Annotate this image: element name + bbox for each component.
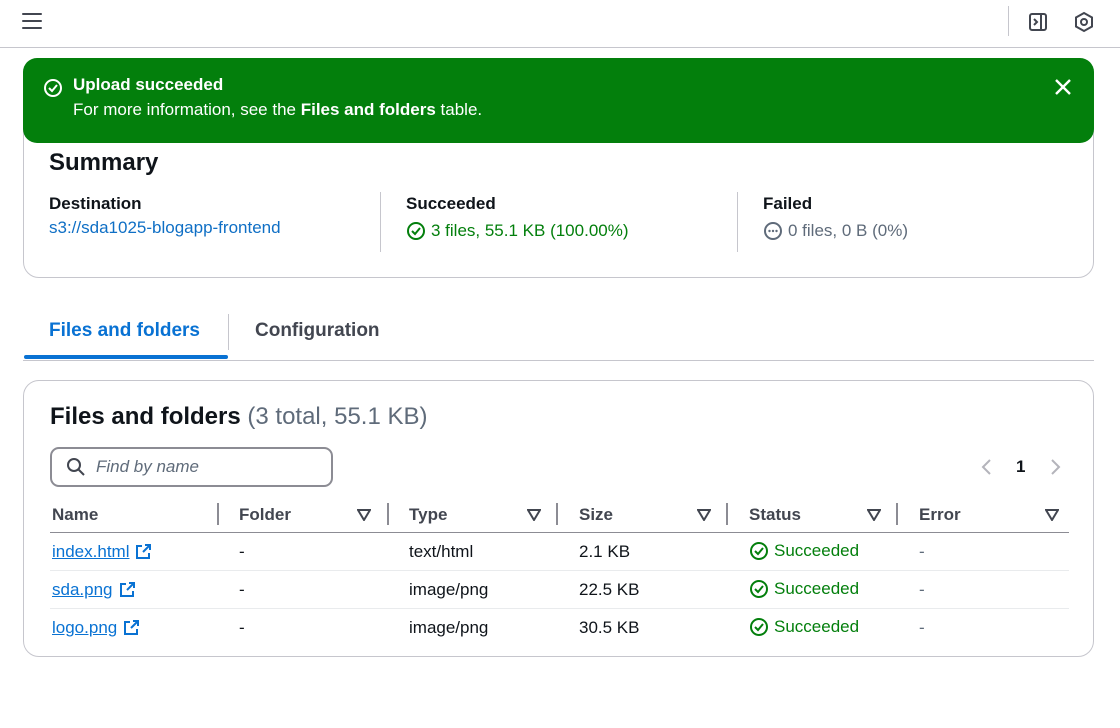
- destination-label: Destination: [49, 194, 142, 213]
- size-cell: 30.5 KB: [579, 618, 640, 637]
- error-cell: -: [919, 618, 925, 637]
- files-title: Files and folders (3 total, 55.1 KB): [50, 403, 427, 431]
- error-cell: -: [919, 542, 925, 561]
- table-row: sda.png - image/png 22.5 KB Succeeded -: [50, 571, 1069, 609]
- check-circle-icon: [750, 580, 768, 598]
- failed-value: 0 files, 0 B (0%): [788, 221, 908, 240]
- status-cell: Succeeded: [749, 579, 859, 599]
- tab-separator: [228, 314, 229, 350]
- check-circle-icon: [44, 79, 62, 97]
- folder-cell: -: [239, 618, 245, 637]
- file-name[interactable]: sda.png: [52, 580, 113, 600]
- tab-bar: Files and folders Configuration: [23, 310, 1094, 361]
- files-and-folders-card: Files and folders (3 total, 55.1 KB) 1 N…: [23, 380, 1094, 657]
- type-cell: image/png: [409, 580, 489, 599]
- table-row: logo.png - image/png 30.5 KB Succeeded -: [50, 609, 1069, 647]
- tab-configuration[interactable]: Configuration: [255, 320, 380, 342]
- success-flashbar: Upload succeeded For more information, s…: [23, 58, 1094, 143]
- column-header-size[interactable]: Size: [579, 505, 613, 525]
- file-link[interactable]: logo.png: [52, 618, 140, 638]
- ellipsis-circle-icon: [764, 222, 782, 240]
- check-circle-icon: [750, 542, 768, 560]
- summary-divider: [380, 192, 381, 252]
- flash-message: For more information, see the Files and …: [73, 100, 482, 120]
- external-link-icon[interactable]: [118, 581, 136, 599]
- sort-icon[interactable]: [1045, 509, 1059, 521]
- status-cell: Succeeded: [749, 541, 859, 561]
- type-cell: image/png: [409, 618, 489, 637]
- column-resizer[interactable]: [726, 503, 728, 525]
- sort-icon[interactable]: [527, 509, 541, 521]
- check-circle-icon: [407, 222, 425, 240]
- column-resizer[interactable]: [556, 503, 558, 525]
- failed-label: Failed: [763, 194, 813, 213]
- folder-cell: -: [239, 580, 245, 599]
- search-icon: [67, 458, 85, 476]
- column-header-status[interactable]: Status: [749, 505, 801, 525]
- topbar-divider: [1008, 6, 1009, 36]
- error-cell: -: [919, 580, 925, 599]
- type-cell: text/html: [409, 542, 474, 561]
- column-header-folder[interactable]: Folder: [239, 505, 291, 525]
- external-link-icon[interactable]: [122, 619, 140, 637]
- succeeded-column: Succeeded 3 files, 55.1 KB (100.00%): [406, 194, 629, 241]
- top-navigation: [0, 0, 1120, 48]
- close-icon[interactable]: [1052, 76, 1074, 98]
- files-table: Name Folder Type Size Status Error index…: [50, 501, 1069, 647]
- hamburger-icon[interactable]: [22, 13, 42, 31]
- summary-title: Summary: [49, 149, 159, 176]
- external-link-icon[interactable]: [134, 543, 152, 561]
- pagination: 1: [979, 455, 1069, 479]
- column-header-name[interactable]: Name: [52, 505, 98, 525]
- files-title-text: Files and folders: [50, 403, 241, 430]
- hexagon-settings-icon[interactable]: [1073, 11, 1095, 33]
- status-cell: Succeeded: [749, 617, 859, 637]
- active-tab-indicator: [24, 355, 228, 359]
- page-number[interactable]: 1: [1016, 457, 1025, 477]
- status-text: Succeeded: [774, 541, 860, 560]
- column-resizer[interactable]: [896, 503, 898, 525]
- summary-divider: [737, 192, 738, 252]
- folder-cell: -: [239, 542, 245, 561]
- sort-icon[interactable]: [357, 509, 371, 521]
- chevron-left-icon[interactable]: [979, 457, 995, 477]
- destination-column: Destination s3://sda1025-blogapp-fronten…: [49, 194, 281, 238]
- flash-message-suffix: table.: [435, 100, 483, 119]
- files-count: (3 total, 55.1 KB): [247, 403, 428, 430]
- file-link[interactable]: sda.png: [52, 580, 136, 600]
- column-header-type[interactable]: Type: [409, 505, 447, 525]
- table-header: Name Folder Type Size Status Error: [50, 501, 1069, 533]
- sort-icon[interactable]: [867, 509, 881, 521]
- sort-icon[interactable]: [697, 509, 711, 521]
- column-resizer[interactable]: [217, 503, 219, 525]
- failed-column: Failed 0 files, 0 B (0%): [763, 194, 908, 241]
- check-circle-icon: [750, 618, 768, 636]
- succeeded-label: Succeeded: [406, 194, 496, 213]
- status-text: Succeeded: [774, 579, 860, 598]
- file-name[interactable]: logo.png: [52, 618, 117, 638]
- search-input[interactable]: [96, 457, 316, 477]
- destination-link[interactable]: s3://sda1025-blogapp-frontend: [49, 218, 281, 238]
- column-header-error[interactable]: Error: [919, 505, 961, 525]
- flash-title: Upload succeeded: [73, 75, 224, 94]
- search-box[interactable]: [50, 447, 333, 487]
- flash-message-bold: Files and folders: [300, 100, 436, 119]
- size-cell: 2.1 KB: [579, 542, 631, 561]
- size-cell: 22.5 KB: [579, 580, 640, 599]
- file-name[interactable]: index.html: [52, 542, 129, 562]
- side-panel-icon[interactable]: [1027, 11, 1049, 33]
- table-row: index.html - text/html 2.1 KB Succeeded …: [50, 533, 1069, 571]
- file-link[interactable]: index.html: [52, 542, 152, 562]
- chevron-right-icon[interactable]: [1047, 457, 1063, 477]
- flash-message-prefix: For more information, see the: [73, 100, 301, 119]
- tab-files-and-folders[interactable]: Files and folders: [49, 320, 200, 342]
- column-resizer[interactable]: [387, 503, 389, 525]
- succeeded-value: 3 files, 55.1 KB (100.00%): [431, 221, 629, 240]
- status-text: Succeeded: [774, 617, 860, 636]
